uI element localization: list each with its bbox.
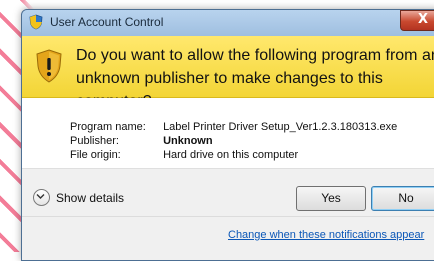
- file-origin-row: File origin: Hard drive on this computer: [70, 149, 298, 161]
- title-bar: User Account Control X: [22, 10, 434, 36]
- publisher-row: Publisher: Unknown: [70, 135, 213, 147]
- publisher-value: Unknown: [163, 135, 213, 147]
- window-title: User Account Control: [50, 15, 164, 29]
- program-name-label: Program name:: [70, 121, 146, 133]
- publisher-label: Publisher:: [70, 135, 119, 147]
- notification-settings-link[interactable]: Change when these notifications appear: [228, 229, 424, 241]
- uac-dialog: User Account Control X Do you want to al…: [21, 9, 434, 261]
- close-button[interactable]: X: [400, 10, 434, 31]
- no-button[interactable]: No: [371, 186, 434, 211]
- program-name-value: Label Printer Driver Setup_Ver1.2.3.1803…: [163, 121, 398, 133]
- uac-shield-icon: [29, 14, 43, 30]
- dialog-footer: Change when these notifications appear: [22, 216, 434, 260]
- show-details-label: Show details: [56, 190, 125, 205]
- file-origin-label: File origin:: [70, 149, 121, 161]
- show-details-toggle[interactable]: Show details: [33, 189, 124, 206]
- message-banner: Do you want to allow the following progr…: [22, 36, 434, 110]
- prompt-line-1: Do you want to allow the following progr…: [76, 47, 434, 64]
- action-bar: Show details Yes No: [22, 168, 434, 217]
- close-icon: X: [417, 12, 429, 27]
- program-name-row: Program name: Label Printer Driver Setup…: [70, 121, 397, 133]
- chevron-down-icon: [33, 189, 50, 206]
- file-origin-value: Hard drive on this computer: [163, 149, 299, 161]
- warning-shield-icon: [36, 49, 62, 83]
- yes-button[interactable]: Yes: [296, 186, 366, 211]
- program-details: Program name: Label Printer Driver Setup…: [22, 98, 434, 168]
